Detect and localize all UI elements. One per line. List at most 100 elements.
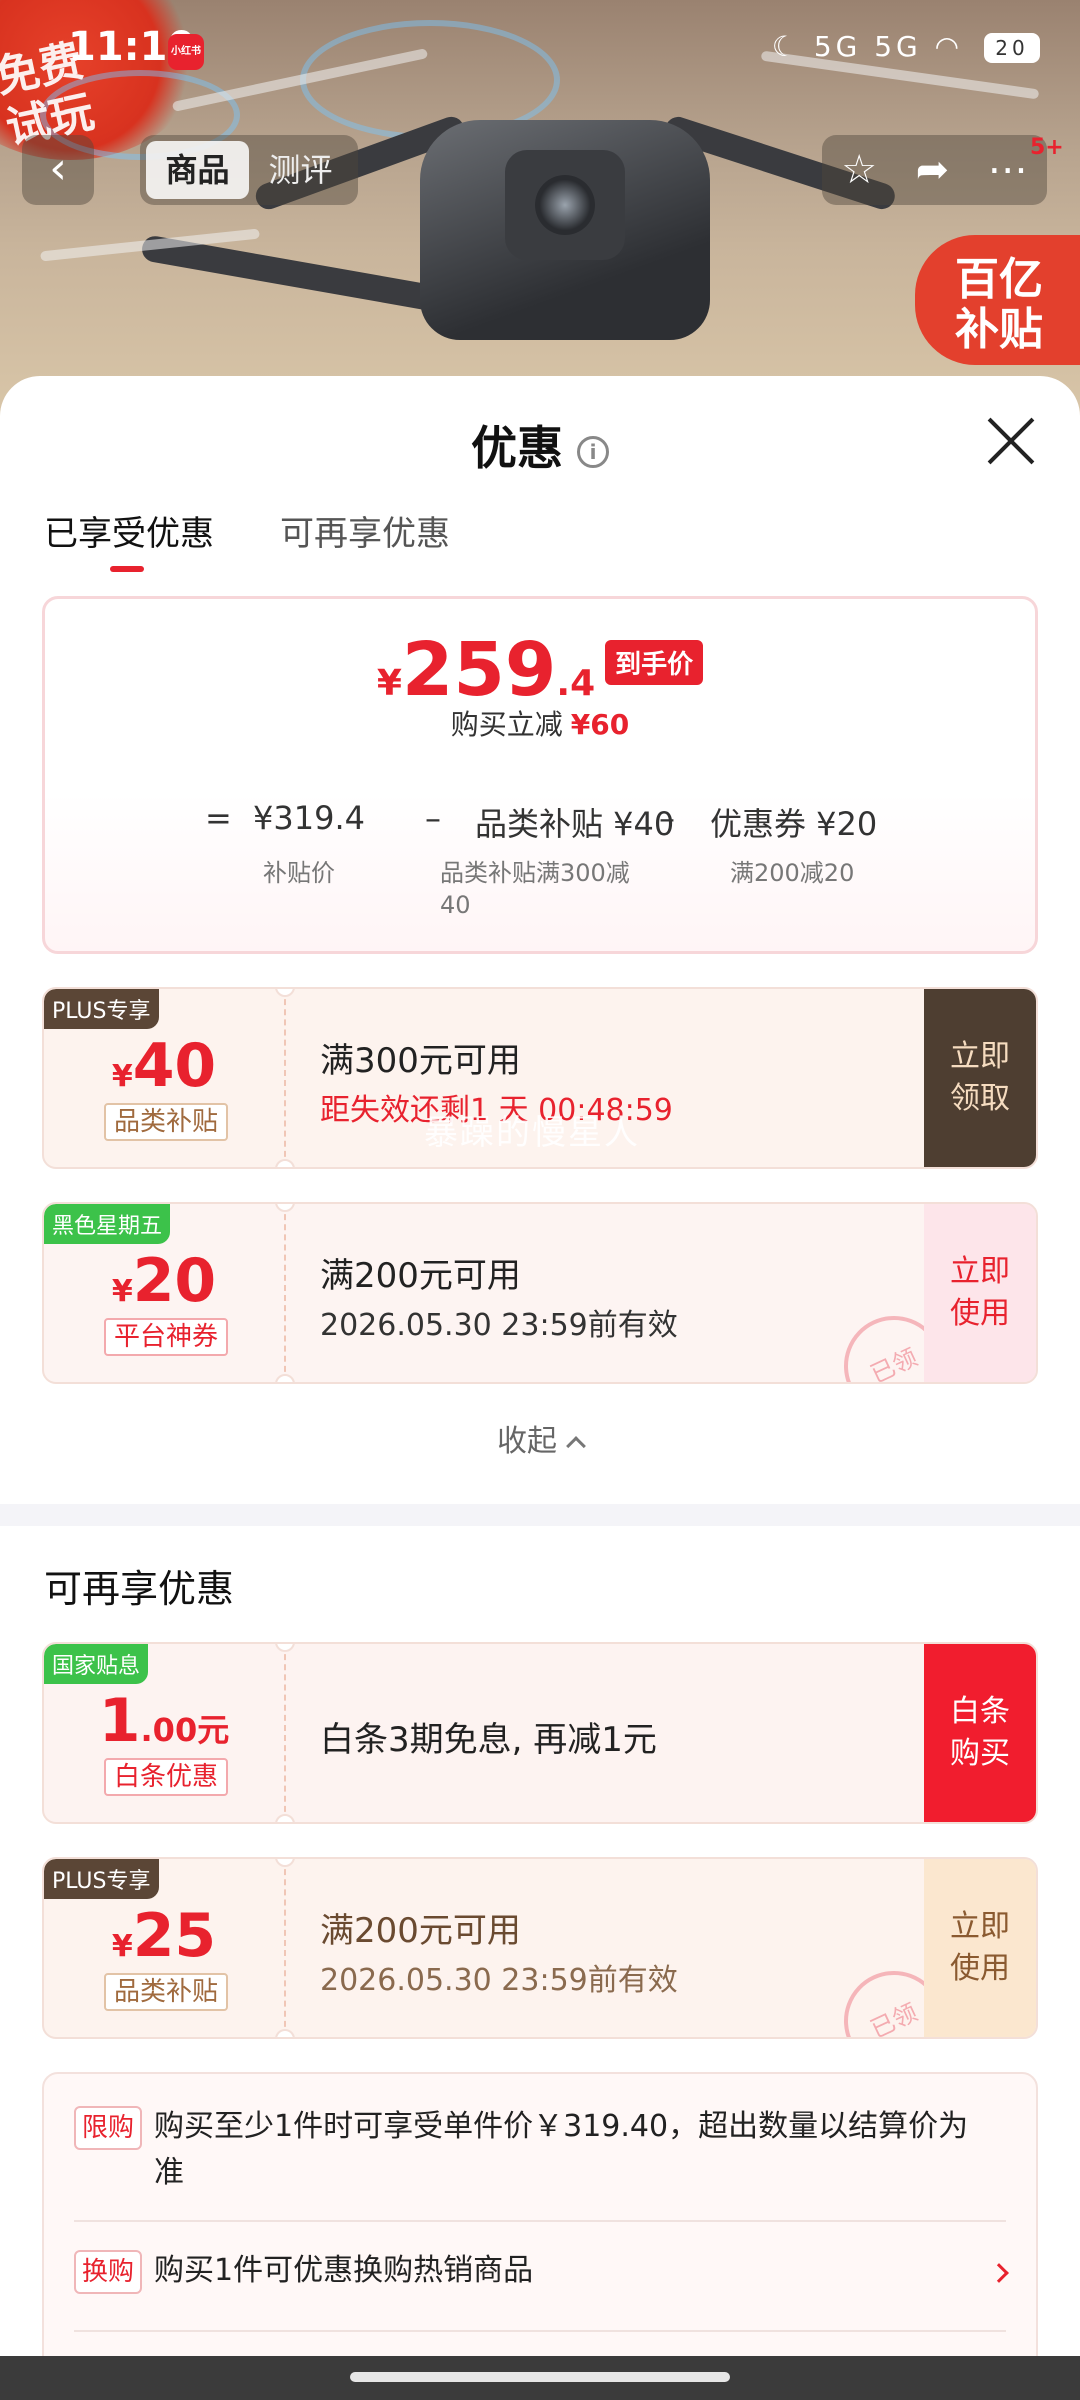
category-subsidy-label: 品类补贴满300减 40: [440, 859, 630, 919]
tab-review[interactable]: 测评: [249, 141, 352, 199]
share-icon[interactable]: ➦: [916, 147, 950, 193]
nav-actions: ☆ ➦ ⋯: [822, 135, 1047, 205]
notch: [275, 1159, 295, 1167]
coupon-type: 平台神券: [104, 1318, 229, 1356]
baitiao-buy-button[interactable]: 白条 购买: [924, 1644, 1036, 1822]
final-price-tag: 到手价: [605, 640, 704, 685]
coupon-card: PLUS专享 ¥25 品类补贴 满200元可用 2026.05.30 23:59…: [42, 1857, 1038, 2039]
rule-purchase-limit: 限购 购买至少1件时可享受单件价￥319.40，超出数量以结算价为准: [74, 2104, 1006, 2196]
national-interest-ribbon: 国家贴息: [44, 1644, 149, 1684]
coupon-card: PLUS专享 ¥40 品类补贴 满300元可用 距失效还剩1 天 00:48:5…: [42, 987, 1038, 1169]
coupon-divider: [284, 1204, 286, 1382]
moon-icon: ☾: [771, 30, 801, 63]
formula-minus: –: [425, 799, 441, 837]
coupon-type: 白条优惠: [104, 1758, 229, 1796]
formula-category-subsidy: 品类补贴 ¥40: [475, 805, 675, 843]
product-review-switch: 商品 测评: [140, 135, 358, 205]
more-icon[interactable]: ⋯: [988, 147, 1028, 193]
use-now-button[interactable]: 立即 使用: [924, 1859, 1036, 2037]
formula-coupon: 优惠券 ¥20: [710, 805, 878, 843]
signal-icon: 5G 5G: [813, 30, 922, 63]
favorite-star-icon[interactable]: ☆: [841, 147, 877, 193]
coupon-condition: 满200元可用: [320, 1911, 521, 1951]
coupon-expiry: 2026.05.30 23:59前有效: [320, 1308, 678, 1343]
gesture-bar: [0, 2356, 1080, 2400]
currency-symbol: ¥: [111, 1274, 133, 1309]
rule-trade-in[interactable]: 换购 购买1件可优惠换购热销商品: [74, 2248, 1006, 2294]
amount-decimal: .00元: [140, 1711, 230, 1749]
amount-value: 1: [98, 1686, 141, 1756]
price-decimal: .4: [556, 663, 596, 704]
black-friday-ribbon: 黑色星期五: [44, 1204, 171, 1244]
reduction-label: 购买立减: [450, 708, 563, 741]
price-currency: ¥: [376, 663, 402, 704]
close-icon[interactable]: [986, 416, 1036, 466]
coupon-condition: 满200元可用: [320, 1256, 521, 1296]
back-button[interactable]: ‹: [22, 135, 94, 205]
rule-divider: [74, 2330, 1006, 2332]
base-price-label: 补贴价: [263, 859, 335, 887]
discount-sheet: 优惠 i 已享受优惠 可再享优惠 ¥259.4 到手价 购买立减 ¥60 = ¥319…: [0, 376, 1080, 2400]
section-title-more-discounts: 可再享优惠: [44, 1567, 235, 1611]
username-watermark: 暴躁的慢星人: [424, 1113, 640, 1153]
plus-exclusive-ribbon: PLUS专享: [44, 1859, 159, 1899]
coupon-value-area: 黑色星期五 ¥20 平台神券: [44, 1204, 284, 1382]
coupon-divider: [284, 1644, 286, 1822]
total-reduction: 购买立减 ¥60: [45, 703, 1035, 743]
coupon-type: 品类补贴: [104, 1103, 229, 1141]
tab-applied-discounts[interactable]: 已享受优惠: [44, 506, 214, 572]
formula-base-price: ¥319.4: [253, 799, 365, 837]
rule-text: 购买1件可优惠换购热销商品: [154, 2253, 534, 2288]
price-integer: 259: [401, 627, 557, 713]
section-divider: [0, 1504, 1080, 1526]
reduction-amount: ¥60: [570, 708, 630, 741]
use-now-button[interactable]: 立即 使用: [924, 1204, 1036, 1382]
sheet-title-text: 优惠: [471, 421, 563, 475]
limit-tag: 限购: [74, 2105, 143, 2150]
subsidy-badge: 百亿 补贴: [915, 235, 1080, 365]
final-price: ¥259.4 到手价: [45, 627, 1035, 713]
battery-icon: 20: [984, 33, 1040, 63]
currency-symbol: ¥: [111, 1059, 133, 1094]
discount-tabs: 已享受优惠 可再享优惠: [44, 506, 450, 572]
coupon-amount: 1.00元: [44, 1686, 284, 1765]
notch: [275, 1814, 295, 1822]
drone-lens: [535, 175, 595, 235]
coupon-divider: [284, 989, 286, 1167]
chevron-up-icon: [566, 1436, 586, 1456]
claim-now-button[interactable]: 立即 领取: [924, 989, 1036, 1167]
plus-exclusive-ribbon: PLUS专享: [44, 989, 159, 1029]
sheet-title: 优惠 i: [0, 412, 1080, 478]
rule-divider: [74, 2220, 1006, 2222]
info-icon[interactable]: i: [577, 435, 609, 468]
trade-in-tag: 换购: [74, 2249, 143, 2294]
amount-value: 25: [132, 1901, 217, 1971]
coupon-condition: 白条3期免息, 再减1元: [320, 1720, 657, 1760]
home-indicator[interactable]: [350, 2372, 730, 2382]
coupon-amount: ¥20: [44, 1246, 284, 1327]
coupon-amount: ¥25: [44, 1901, 284, 1982]
wifi-icon: ◠: [934, 30, 964, 63]
currency-symbol: ¥: [111, 1929, 133, 1964]
notch: [275, 2029, 295, 2037]
collapse-button[interactable]: 收起: [0, 1416, 1080, 1460]
rule-text: 购买至少1件时可享受单件价￥319.40，超出数量以结算价为准: [154, 2109, 969, 2190]
formula-minus: –: [659, 799, 675, 837]
notch: [275, 1374, 295, 1382]
app-notification-icon: 小红书: [168, 34, 204, 70]
collapse-label: 收起: [497, 1424, 557, 1459]
message-count-badge: 5+: [1030, 135, 1064, 160]
coupon-value-area: PLUS专享 ¥25 品类补贴: [44, 1859, 284, 2037]
coupon-expiry: 2026.05.30 23:59前有效: [320, 1963, 678, 1998]
coupon-value-area: 国家贴息 1.00元 白条优惠: [44, 1644, 284, 1822]
coupon-type: 品类补贴: [104, 1973, 229, 2011]
coupon-card: 黑色星期五 ¥20 平台神券 满200元可用 2026.05.30 23:59前…: [42, 1202, 1038, 1384]
purchase-rules-card: 限购 购买至少1件时可享受单件价￥319.40，超出数量以结算价为准 换购 购买1件…: [42, 2072, 1038, 2400]
amount-value: 20: [132, 1246, 217, 1316]
coupon-card: 国家贴息 1.00元 白条优惠 白条3期免息, 再减1元 白条 购买: [42, 1642, 1038, 1824]
formula-equals: =: [205, 799, 232, 837]
status-bar: 11:10 小红书 ☾ 5G 5G ◠ 20: [0, 0, 1080, 100]
tab-available-discounts[interactable]: 可再享优惠: [280, 506, 450, 555]
coupon-divider: [284, 1859, 286, 2037]
tab-product[interactable]: 商品: [146, 141, 249, 199]
